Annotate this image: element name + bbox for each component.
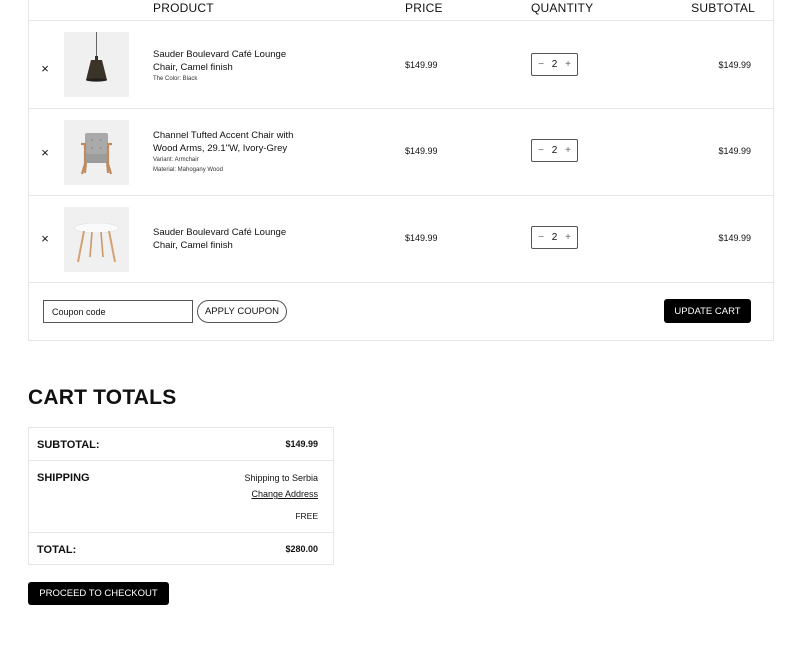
change-address-link[interactable]: Change Address [251, 489, 318, 499]
quantity-stepper: − + [531, 226, 578, 249]
pendant-lamp-image[interactable] [64, 32, 129, 97]
shipping-destination: Shipping to Serbia [244, 473, 318, 483]
shipping-cost: FREE [295, 511, 318, 521]
remove-item-icon[interactable]: × [39, 146, 51, 159]
quantity-input[interactable] [547, 231, 562, 245]
round-table-image[interactable] [64, 207, 129, 272]
product-name-block: Sauder Boulevard Café Lounge Chair, Came… [153, 48, 303, 84]
qty-plus-button[interactable]: + [562, 144, 574, 158]
quantity-input[interactable] [547, 144, 562, 158]
proceed-to-checkout-button[interactable]: PROCEED TO CHECKOUT [28, 582, 169, 605]
cart-totals-title: CART TOTALS [28, 386, 177, 409]
item-price: $149.99 [405, 146, 438, 156]
armchair-image[interactable] [64, 120, 129, 185]
product-name-block: Sauder Boulevard Café Lounge Chair, Came… [153, 226, 303, 252]
header-quantity: QUANTITY [531, 1, 594, 15]
remove-item-icon[interactable]: × [39, 232, 51, 245]
qty-plus-button[interactable]: + [562, 58, 574, 72]
cart-row: × Channel Tufted Accent Chair with Wood … [29, 109, 773, 196]
cart-row: × Sauder Boulevard Café Lounge Chair, Ca… [29, 21, 773, 109]
item-price: $149.99 [405, 60, 438, 70]
subtotal-value: $149.99 [285, 439, 318, 449]
coupon-code-input[interactable] [43, 300, 193, 323]
item-subtotal: $149.99 [718, 233, 751, 243]
item-subtotal: $149.99 [718, 60, 751, 70]
product-name[interactable]: Sauder Boulevard Café Lounge Chair, Came… [153, 227, 286, 251]
qty-minus-button[interactable]: − [535, 58, 547, 72]
shipping-label: SHIPPING [37, 472, 90, 484]
totals-subtotal-row: SUBTOTAL: $149.99 [29, 428, 333, 461]
product-meta: Variant: Armchair [153, 157, 199, 163]
qty-minus-button[interactable]: − [535, 144, 547, 158]
totals-shipping-row: SHIPPING Shipping to Serbia Change Addre… [29, 461, 333, 533]
cart-row: × Sauder Boulevard Café Lounge Chair, Ca… [29, 196, 773, 283]
quantity-stepper: − + [531, 139, 578, 162]
product-name-block: Channel Tufted Accent Chair with Wood Ar… [153, 129, 303, 175]
item-subtotal: $149.99 [718, 146, 751, 156]
qty-plus-button[interactable]: + [562, 231, 574, 245]
quantity-input[interactable] [547, 58, 562, 72]
apply-coupon-button[interactable]: APPLY COUPON [197, 300, 287, 323]
header-product: PRODUCT [153, 1, 214, 15]
cart-totals-table: SUBTOTAL: $149.99 SHIPPING Shipping to S… [28, 427, 334, 565]
header-price: PRICE [405, 1, 443, 15]
product-name[interactable]: Channel Tufted Accent Chair with Wood Ar… [153, 130, 293, 154]
quantity-stepper: − + [531, 53, 578, 76]
subtotal-label: SUBTOTAL: [37, 439, 100, 451]
product-name[interactable]: Sauder Boulevard Café Lounge Chair, Came… [153, 49, 286, 73]
cart-table: PRODUCT PRICE QUANTITY SUBTOTAL × Sauder… [28, 0, 774, 341]
product-meta: The Color: Black [153, 76, 198, 82]
qty-minus-button[interactable]: − [535, 231, 547, 245]
product-meta: Material: Mahogany Wood [153, 167, 223, 173]
total-value: $280.00 [285, 544, 318, 554]
total-label: TOTAL: [37, 544, 77, 556]
header-subtotal: SUBTOTAL [691, 1, 755, 15]
update-cart-button[interactable]: UPDATE CART [664, 299, 751, 323]
item-price: $149.99 [405, 233, 438, 243]
remove-item-icon[interactable]: × [39, 62, 51, 75]
table-header: PRODUCT PRICE QUANTITY SUBTOTAL [29, 0, 773, 21]
totals-total-row: TOTAL: $280.00 [29, 533, 333, 565]
